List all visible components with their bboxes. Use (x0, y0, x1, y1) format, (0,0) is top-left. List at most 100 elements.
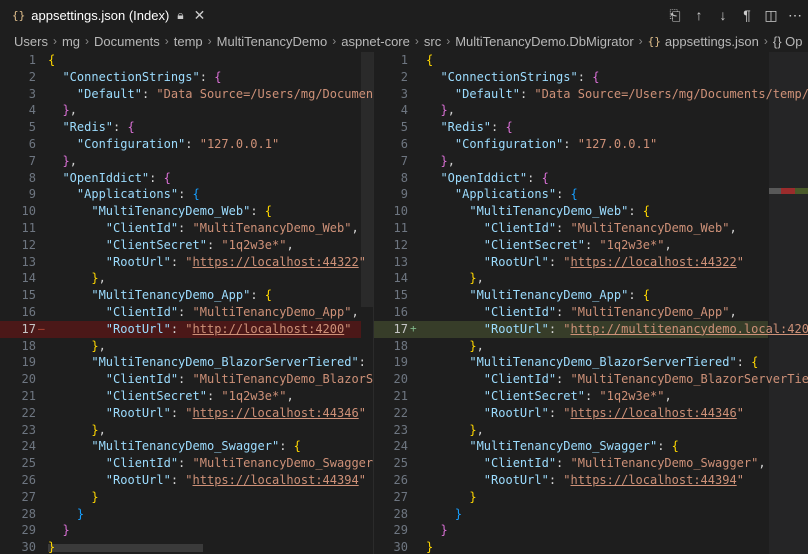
code-line[interactable]: 30} (374, 539, 808, 554)
code-line[interactable]: 13 "RootUrl": "https://localhost:44322" (0, 254, 373, 271)
code-line[interactable]: 12 "ClientSecret": "1q2w3e*", (374, 237, 808, 254)
code-line[interactable]: 28 } (0, 506, 373, 523)
lock-icon[interactable]: 🔒︎ (177, 8, 183, 23)
code-line[interactable]: 13 "RootUrl": "https://localhost:44322" (374, 254, 808, 271)
code-line[interactable]: 24 "MultiTenancyDemo_Swagger": { (374, 438, 808, 455)
original-editor-pane[interactable]: 1{2 "ConnectionStrings": {3 "Default": "… (0, 52, 373, 554)
code-line[interactable]: 7 }, (374, 153, 808, 170)
code-line[interactable]: 27 } (374, 489, 808, 506)
code-token[interactable]: http://multitenancydemo.local:420 (571, 322, 808, 336)
breadcrumb-segment[interactable]: mg (62, 34, 80, 49)
arrow-up-icon[interactable]: ↑ (692, 7, 706, 23)
code-line[interactable]: 6 "Configuration": "127.0.0.1" (0, 136, 373, 153)
code-line[interactable]: 16 "ClientId": "MultiTenancyDemo_App", (0, 304, 373, 321)
code-line[interactable]: 24 "MultiTenancyDemo_Swagger": { (0, 438, 373, 455)
code-line[interactable]: 27 } (0, 489, 373, 506)
pilcrow-icon[interactable]: ¶ (740, 7, 754, 23)
code-line[interactable]: 14 }, (0, 270, 373, 287)
code-line[interactable]: 4 }, (374, 102, 808, 119)
code-line[interactable]: 18 }, (0, 338, 373, 355)
code-line[interactable]: 20 "ClientId": "MultiTenancyDemo_BlazorS… (374, 371, 808, 388)
code-line[interactable]: 5 "Redis": { (374, 119, 808, 136)
code-token[interactable]: https://localhost:44394 (571, 473, 737, 487)
line-number: 12 (393, 237, 408, 252)
code-line[interactable]: 23 }, (374, 422, 808, 439)
code-text: { (426, 52, 433, 69)
code-token[interactable]: https://localhost:44394 (193, 473, 359, 487)
breadcrumb-segment[interactable]: temp (174, 34, 203, 49)
code-token: , (69, 153, 77, 168)
code-line[interactable]: 25 "ClientId": "MultiTenancyDemo_Swagger… (374, 455, 808, 472)
code-line[interactable]: 21 "ClientSecret": "1q2w3e*", (0, 388, 373, 405)
code-token[interactable]: http://localhost:4200 (193, 322, 345, 336)
code-line[interactable]: 18 }, (374, 338, 808, 355)
code-line[interactable]: 22 "RootUrl": "https://localhost:44346" (0, 405, 373, 422)
breadcrumb-segment[interactable]: src (424, 34, 441, 49)
code-line[interactable]: 29 } (374, 522, 808, 539)
modified-editor-pane[interactable]: 1{2 "ConnectionStrings": {3 "Default": "… (373, 52, 808, 554)
code-line[interactable]: 25 "ClientId": "MultiTenancyDemo_Swagger… (0, 455, 373, 472)
code-line[interactable]: 8 "OpenIddict": { (0, 170, 373, 187)
code-line[interactable]: 2 "ConnectionStrings": { (0, 69, 373, 86)
code-line[interactable]: 16 "ClientId": "MultiTenancyDemo_App", (374, 304, 808, 321)
code-token[interactable]: https://localhost:44346 (193, 406, 359, 420)
code-line[interactable]: 12 "ClientSecret": "1q2w3e*", (0, 237, 373, 254)
code-line[interactable]: +17 "RootUrl": "http://multitenancydemo.… (374, 320, 808, 338)
code-line[interactable]: 4 }, (0, 102, 373, 119)
editor-tab[interactable]: {} appsettings.json (Index) 🔒︎ ✕ (0, 0, 212, 30)
split-editor-icon[interactable]: ◫ (764, 7, 778, 24)
code-line[interactable]: 9 "Applications": { (0, 186, 373, 203)
code-line[interactable]: 3 "Default": "Data Source=/Users/mg/Docu… (0, 86, 373, 103)
breadcrumb-segment[interactable]: Users (14, 34, 48, 49)
code-line[interactable]: 9 "Applications": { (374, 186, 808, 203)
code-line[interactable]: 26 "RootUrl": "https://localhost:44394" (0, 472, 373, 489)
code-line[interactable]: 10 "MultiTenancyDemo_Web": { (0, 203, 373, 220)
code-text: "RootUrl": "https://localhost:44346" (48, 405, 366, 422)
arrow-down-icon[interactable]: ↓ (716, 7, 730, 23)
code-token[interactable]: https://localhost:44322 (193, 255, 359, 269)
breadcrumb-segment[interactable]: MultiTenancyDemo.DbMigrator (455, 34, 633, 49)
code-line[interactable]: 1{ (374, 52, 808, 69)
line-number: 15 (21, 288, 36, 303)
code-line[interactable]: 8 "OpenIddict": { (374, 170, 808, 187)
code-text: } (426, 522, 447, 539)
close-icon[interactable]: ✕ (194, 7, 206, 24)
code-line[interactable]: 20 "ClientId": "MultiTenancyDemo_BlazorS… (0, 371, 373, 388)
code-line[interactable]: 21 "ClientSecret": "1q2w3e*", (374, 388, 808, 405)
code-line[interactable]: 15 "MultiTenancyDemo_App": { (374, 287, 808, 304)
code-line[interactable]: 3 "Default": "Data Source=/Users/mg/Docu… (374, 86, 808, 103)
code-line[interactable]: 19 "MultiTenancyDemo_BlazorServerTiered"… (374, 354, 808, 371)
more-icon[interactable]: ⋯ (788, 7, 802, 24)
code-line[interactable]: 15 "MultiTenancyDemo_App": { (0, 287, 373, 304)
code-line[interactable]: 14 }, (374, 270, 808, 287)
code-line[interactable]: 28 } (374, 506, 808, 523)
open-changes-icon[interactable]: ⎗ (668, 7, 682, 24)
breadcrumb-symbol[interactable]: {} Op (773, 34, 803, 49)
code-line[interactable]: 10 "MultiTenancyDemo_Web": { (374, 203, 808, 220)
code-token[interactable]: https://localhost:44322 (571, 255, 737, 269)
code-line[interactable]: 23 }, (0, 422, 373, 439)
code-line[interactable]: 30} (0, 539, 373, 554)
code-line[interactable]: 19 "MultiTenancyDemo_BlazorServerTiered"… (0, 354, 373, 371)
breadcrumb-segment[interactable]: Documents (94, 34, 160, 49)
code-text: "RootUrl": "https://localhost:44394" (426, 472, 744, 489)
breadcrumb-segment[interactable]: aspnet-core (341, 34, 410, 49)
breadcrumb-file[interactable]: appsettings.json (665, 34, 759, 49)
code-line[interactable]: 26 "RootUrl": "https://localhost:44394" (374, 472, 808, 489)
code-line[interactable]: 11 "ClientId": "MultiTenancyDemo_Web", (0, 220, 373, 237)
code-line[interactable]: 5 "Redis": { (0, 119, 373, 136)
code-line[interactable]: 11 "ClientId": "MultiTenancyDemo_Web", (374, 220, 808, 237)
code-token[interactable]: https://localhost:44346 (571, 406, 737, 420)
code-line[interactable]: 29 } (0, 522, 373, 539)
code-line[interactable]: 2 "ConnectionStrings": { (374, 69, 808, 86)
code-token: "Redis" (440, 120, 492, 135)
code-line[interactable]: —17 "RootUrl": "http://localhost:4200" (0, 320, 373, 338)
code-line[interactable]: 6 "Configuration": "127.0.0.1" (374, 136, 808, 153)
code-token: : (556, 372, 571, 387)
breadcrumb-segment[interactable]: MultiTenancyDemo (217, 34, 328, 49)
code-line[interactable]: 1{ (0, 52, 373, 69)
code-line[interactable]: 7 }, (0, 153, 373, 170)
code-line[interactable]: 22 "RootUrl": "https://localhost:44346" (374, 405, 808, 422)
